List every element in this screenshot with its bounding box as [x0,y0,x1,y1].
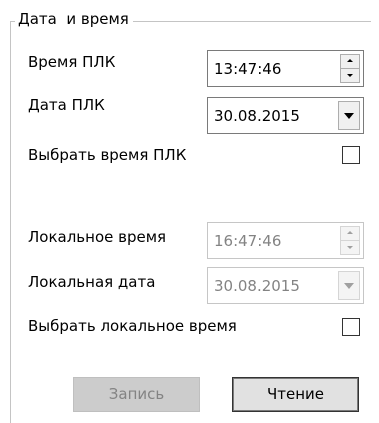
read-button[interactable]: Чтение [232,377,359,412]
chevron-down-icon [344,113,354,119]
select-local-time-checkbox[interactable] [342,318,360,336]
write-button[interactable]: Запись [73,377,200,412]
local-date-value: 30.08.2015 [214,277,300,295]
chevron-down-icon [344,283,354,289]
local-time-spin-up-button[interactable] [341,227,359,241]
plc-date-picker[interactable]: 30.08.2015 [207,97,364,134]
local-time-value: 16:47:46 [214,232,282,250]
select-plc-time-label: Выбрать время ПЛК [28,146,187,164]
groupbox-title: Дата и время [15,9,133,29]
plc-time-spin-up-button[interactable] [341,55,359,69]
plc-time-spin-down-button[interactable] [341,69,359,82]
plc-date-dropdown-button[interactable] [338,101,360,130]
local-time-spin-buttons[interactable] [340,226,360,255]
plc-time-value[interactable]: 13:47:46 [214,59,281,79]
spin-up-arrow-icon [347,59,353,62]
select-plc-time-checkbox[interactable] [342,146,360,164]
plc-time-spin-buttons[interactable] [340,54,360,83]
local-time-label: Локальное время [28,228,167,246]
local-time-spinbox[interactable]: 16:47:46 [207,222,364,259]
local-time-spin-down-button[interactable] [341,241,359,254]
spin-down-arrow-icon [347,74,353,77]
plc-date-value[interactable]: 30.08.2015 [214,106,300,126]
spin-down-arrow-icon [347,246,353,249]
local-date-picker[interactable]: 30.08.2015 [207,267,364,304]
spin-up-arrow-icon [347,231,353,234]
datetime-panel: Дата и время Время ПЛК 13:47:46 Дата ПЛК… [0,0,379,423]
plc-date-label: Дата ПЛК [28,96,105,114]
local-date-dropdown-button[interactable] [338,271,360,300]
plc-time-label: Время ПЛК [28,53,116,71]
plc-time-spinbox[interactable]: 13:47:46 [207,50,364,87]
select-local-time-label: Выбрать локальное время [28,317,237,335]
local-date-label: Локальная дата [28,273,156,291]
